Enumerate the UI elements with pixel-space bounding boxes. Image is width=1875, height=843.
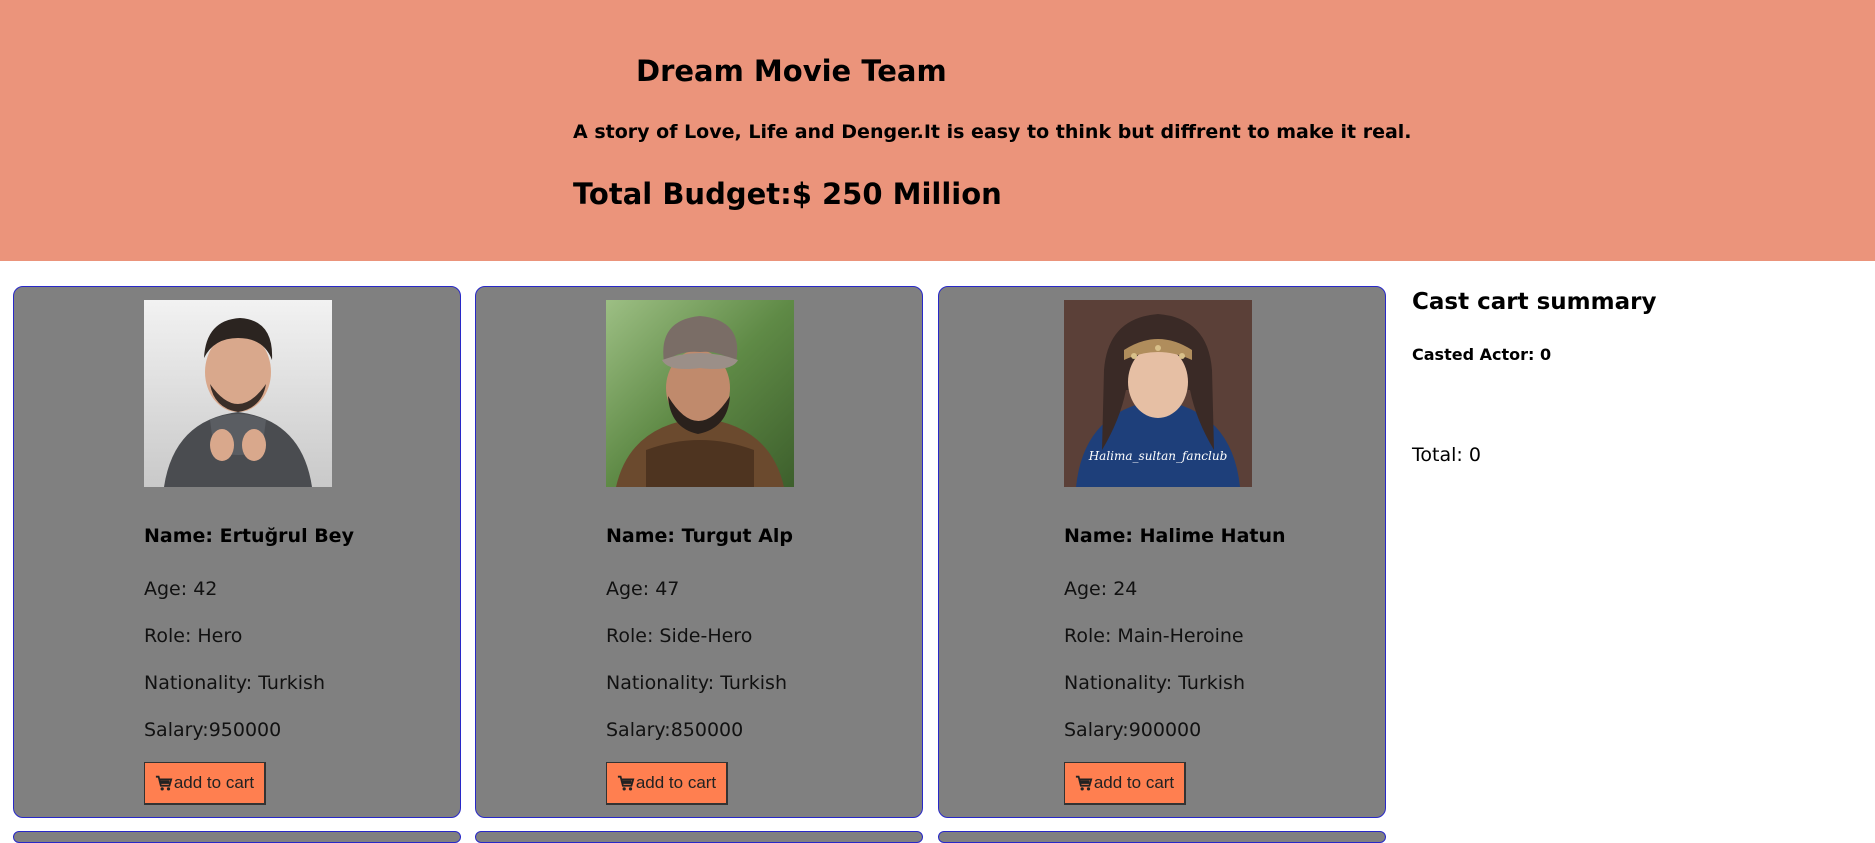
actor-photo	[144, 300, 332, 487]
actor-photo	[606, 300, 794, 487]
cart-summary-title: Cast cart summary	[1412, 289, 1657, 315]
add-to-cart-label: add to cart	[635, 773, 717, 792]
header-banner: Dream Movie Team A story of Love, Life a…	[0, 0, 1875, 261]
actor-age: Age: 24	[1064, 578, 1138, 600]
cart-total: Total: 0	[1412, 444, 1481, 466]
actor-name: Name: Halime Hatun	[1064, 525, 1286, 547]
photo-caption: Halima_sultan_fanclub	[1088, 449, 1228, 463]
add-to-cart-label: add to cart	[1093, 773, 1175, 792]
cart-icon	[1075, 775, 1093, 791]
tagline: A story of Love, Life and Denger.It is e…	[573, 121, 1412, 143]
actor-nationality: Nationality: Turkish	[606, 672, 788, 694]
cart-icon	[155, 775, 173, 791]
actor-name: Name: Ertuğrul Bey	[144, 525, 354, 547]
page-title: Dream Movie Team	[636, 54, 947, 88]
actor-nationality: Nationality: Turkish	[144, 672, 326, 694]
actor-photo: Halima_sultan_fanclub	[1064, 300, 1252, 487]
actor-photo-icon: Halima_sultan_fanclub	[1064, 300, 1252, 487]
add-to-cart-button[interactable]: add to cart	[1064, 762, 1186, 805]
add-to-cart-button[interactable]: add to cart	[606, 762, 728, 805]
actor-role: Role: Main-Heroine	[1064, 625, 1244, 647]
add-to-cart-button[interactable]: add to cart	[144, 762, 266, 805]
total-budget: Total Budget:$ 250 Million	[573, 177, 1002, 211]
actor-photo-icon	[606, 300, 794, 487]
actor-salary: Salary:900000	[1064, 719, 1202, 741]
actor-age: Age: 47	[606, 578, 680, 600]
actor-card: Name: Ertuğrul Bey Age: 42 Role: Hero Na…	[13, 286, 461, 818]
actor-salary: Salary:950000	[144, 719, 282, 741]
actor-card: Halima_sultan_fanclub Name: Halime Hatun…	[938, 286, 1386, 818]
actor-role: Role: Side-Hero	[606, 625, 753, 647]
actor-salary: Salary:850000	[606, 719, 744, 741]
actor-nationality: Nationality: Turkish	[1064, 672, 1246, 694]
casted-actor-count: Casted Actor: 0	[1412, 345, 1552, 364]
cart-icon	[617, 775, 635, 791]
actor-name: Name: Turgut Alp	[606, 525, 794, 547]
actor-photo-icon	[144, 300, 332, 487]
actor-age: Age: 42	[144, 578, 218, 600]
actor-role: Role: Hero	[144, 625, 243, 647]
add-to-cart-label: add to cart	[173, 773, 255, 792]
actor-card: Name: Turgut Alp Age: 47 Role: Side-Hero…	[475, 286, 923, 818]
